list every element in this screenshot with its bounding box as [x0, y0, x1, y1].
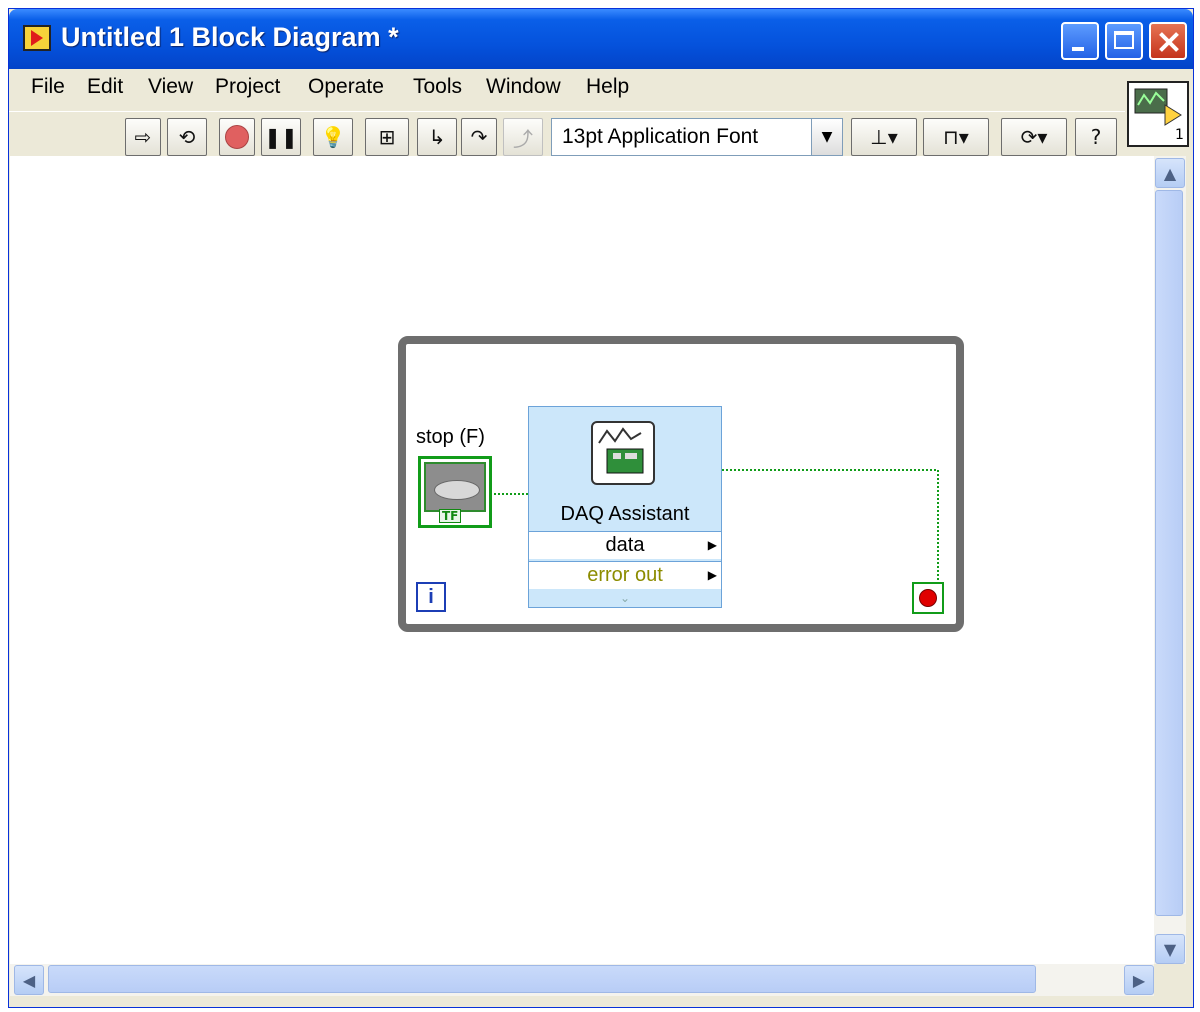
daq-assistant-label: DAQ Assistant — [560, 503, 690, 525]
daq-card-graphic — [598, 427, 644, 474]
stop-condition-wire[interactable] — [722, 469, 939, 586]
daq-assistant-express-vi[interactable]: DAQ Assistant data ▶ error out ▶ ⌄ — [528, 406, 722, 608]
iteration-terminal[interactable]: i — [416, 582, 446, 612]
loop-condition-terminal[interactable] — [912, 582, 944, 614]
stop-button-graphic — [424, 462, 486, 512]
stop-control-label: stop (F) — [416, 426, 485, 448]
boolean-type-label: TF — [439, 509, 462, 523]
data-terminal-label: data — [605, 534, 645, 556]
daq-output-error-out[interactable]: error out ▶ — [529, 561, 721, 589]
error-out-terminal-label: error out — [587, 564, 663, 586]
stop-boolean-terminal[interactable]: TF — [418, 456, 492, 528]
expand-chevron-icon[interactable]: ⌄ — [529, 591, 721, 607]
button-oval — [434, 480, 480, 500]
daq-output-data[interactable]: data ▶ — [529, 531, 721, 559]
daq-card-icon — [591, 421, 655, 485]
